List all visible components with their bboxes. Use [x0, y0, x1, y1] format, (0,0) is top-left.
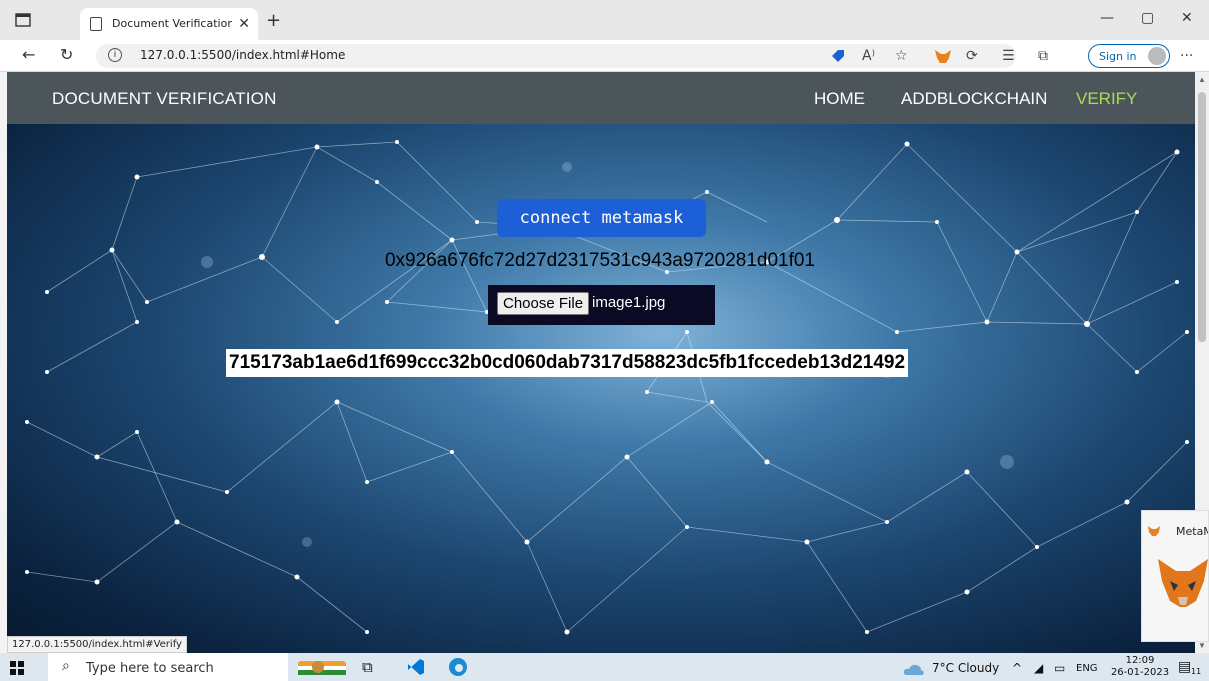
network-icon[interactable]: ◢: [1034, 661, 1043, 675]
favorite-icon[interactable]: ☆: [895, 48, 908, 64]
close-window-icon[interactable]: ✕: [1181, 10, 1193, 26]
account-address: 0x926a676fc72d27d2317531c943a9720281d01f…: [384, 250, 816, 271]
site-brand[interactable]: DOCUMENT VERIFICATION: [52, 89, 277, 109]
new-tab-button[interactable]: +: [266, 10, 281, 31]
nav-link-verify[interactable]: VERIFY: [1076, 89, 1137, 109]
connect-metamask-button[interactable]: connect metamask: [497, 199, 706, 237]
cloud-icon: [903, 664, 924, 675]
vscode-icon[interactable]: [405, 657, 427, 677]
scrollbar-thumb[interactable]: [1198, 92, 1206, 342]
tab-actions-icon[interactable]: [14, 12, 32, 28]
web-page: DOCUMENT VERIFICATION HOME ADDBLOCKCHAIN…: [7, 72, 1195, 653]
scroll-up-icon[interactable]: ▲: [1198, 75, 1206, 84]
metamask-extension-icon[interactable]: [934, 49, 952, 64]
tab-document-verification[interactable]: Document Verification Using Blo ✕: [80, 8, 258, 40]
favorites-list-icon[interactable]: ☰: [1002, 48, 1015, 64]
extensions-icon[interactable]: ⟳: [966, 48, 978, 64]
clock[interactable]: 12:09 26-01-2023: [1110, 655, 1170, 679]
notifications-icon[interactable]: ▤: [1178, 659, 1191, 675]
metamask-fox-icon: [1158, 559, 1208, 607]
windows-taskbar: ⌕ Type here to search ⧉ 7°C Cloudy ^ ◢ ▭…: [0, 653, 1209, 681]
notification-count: 11: [1191, 667, 1202, 676]
back-icon[interactable]: ←: [22, 45, 35, 64]
site-navbar: DOCUMENT VERIFICATION HOME ADDBLOCKCHAIN…: [7, 72, 1195, 124]
language-indicator[interactable]: ENG: [1076, 663, 1098, 674]
metamask-label: MetaM: [1176, 525, 1208, 538]
show-hidden-icons-icon[interactable]: ^: [1012, 661, 1022, 675]
edge-icon[interactable]: [447, 657, 469, 677]
read-aloud-icon[interactable]: A⁾: [862, 48, 875, 64]
document-hash: 715173ab1ae6d1f699ccc32b0cd060dab7317d58…: [226, 349, 909, 377]
tag-icon[interactable]: [830, 48, 846, 64]
choose-file-button[interactable]: Choose File: [497, 292, 590, 315]
browser-tab-bar: Document Verification Using Blo ✕ + — ▢ …: [0, 0, 1209, 40]
weather-text[interactable]: 7°C Cloudy: [932, 661, 999, 675]
search-placeholder: Type here to search: [86, 661, 214, 676]
close-tab-icon[interactable]: ✕: [238, 15, 250, 32]
battery-icon[interactable]: ▭: [1054, 661, 1065, 675]
avatar: [1148, 47, 1166, 65]
more-menu-icon[interactable]: ···: [1180, 48, 1193, 64]
address-bar[interactable]: i 127.0.0.1:5500/index.html#Home: [96, 44, 1016, 68]
metamask-popup[interactable]: MetaM: [1141, 510, 1209, 642]
republic-day-icon[interactable]: [296, 657, 348, 677]
sign-in-button[interactable]: Sign in: [1088, 44, 1170, 68]
tab-title: Document Verification Using Blo: [112, 17, 232, 30]
refresh-icon[interactable]: ↻: [60, 45, 73, 64]
url-text[interactable]: 127.0.0.1:5500/index.html#Home: [140, 48, 345, 62]
taskbar-search[interactable]: ⌕ Type here to search: [48, 653, 288, 681]
collections-icon[interactable]: ⧉: [1038, 48, 1048, 64]
file-upload-box: Choose File image1.jpg: [488, 285, 715, 325]
page-icon: [90, 17, 102, 31]
site-info-icon[interactable]: i: [108, 48, 122, 62]
task-view-icon[interactable]: ⧉: [362, 658, 373, 676]
minimize-icon[interactable]: —: [1100, 10, 1114, 26]
date: 26-01-2023: [1110, 667, 1170, 678]
selected-file-name: image1.jpg: [592, 294, 666, 311]
metamask-icon: [1148, 526, 1160, 536]
nav-link-home[interactable]: HOME: [814, 89, 865, 109]
link-status-bar: 127.0.0.1:5500/index.html#Verify: [7, 636, 187, 653]
address-toolbar: ← ↻ i 127.0.0.1:5500/index.html#Home A⁾ …: [0, 40, 1209, 72]
search-icon: ⌕: [62, 658, 70, 674]
time: 12:09: [1125, 655, 1155, 666]
scroll-down-icon[interactable]: ▼: [1198, 641, 1206, 650]
nav-link-addblockchain[interactable]: ADDBLOCKCHAIN: [901, 89, 1047, 109]
windows-start-icon[interactable]: [10, 661, 24, 675]
restore-icon[interactable]: ▢: [1141, 10, 1154, 26]
